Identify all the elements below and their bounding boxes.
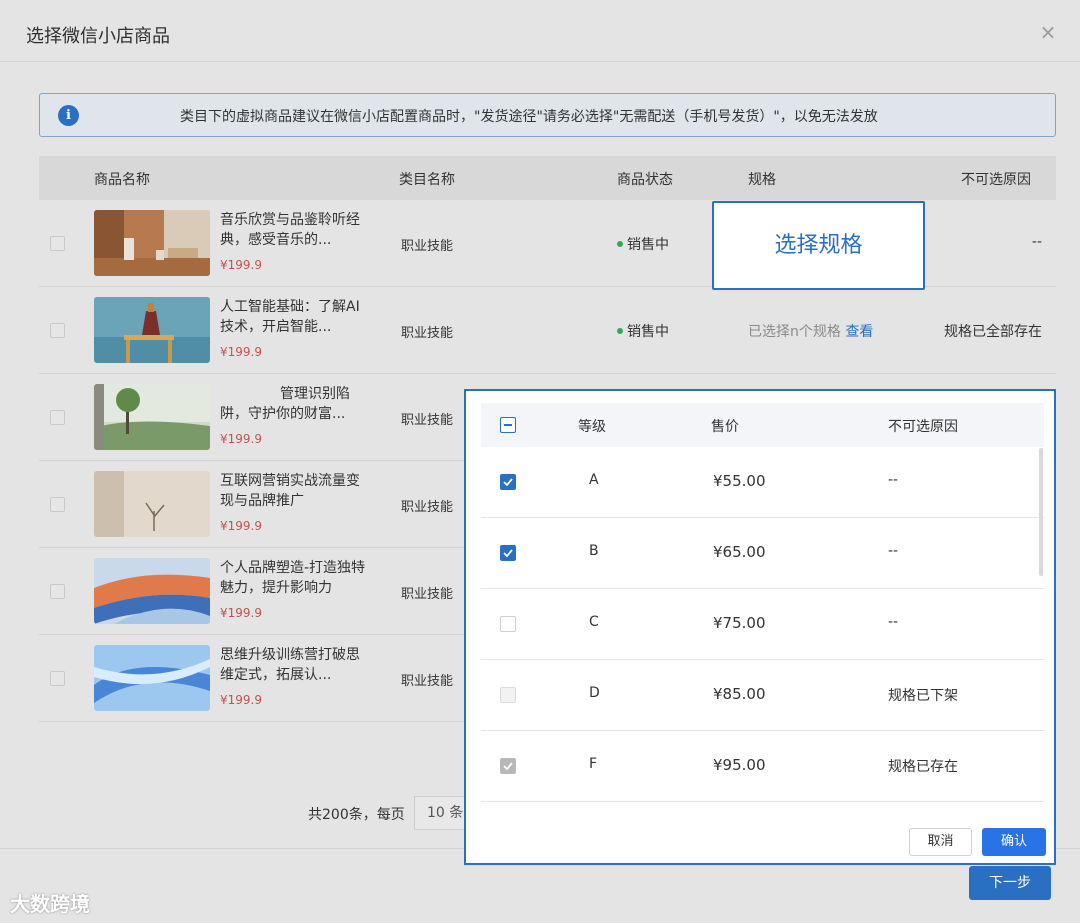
header-category: 类目名称 — [399, 172, 455, 188]
row-checkbox[interactable] — [50, 323, 65, 338]
product-price: ¥199.9 — [220, 258, 262, 272]
product-name: 个人品牌塑造-打造独特魅力，提升影响力 — [220, 560, 366, 596]
product-name: 人工智能基础：了解AI 技术，开启智能... — [220, 299, 360, 335]
spec-row[interactable]: C ¥75.00 -- — [481, 589, 1044, 660]
cancel-button[interactable]: 取消 — [909, 828, 972, 856]
header-price: 售价 — [711, 419, 739, 435]
header-reason: 不可选原因 — [961, 172, 1031, 188]
spec-row[interactable]: A ¥55.00 -- — [481, 447, 1044, 518]
header-status: 商品状态 — [617, 172, 673, 188]
view-spec-link[interactable]: 查看 — [845, 324, 873, 340]
spec-checkbox[interactable] — [500, 474, 516, 490]
notice-text: 类目下的虚拟商品建议在微信小店配置商品时，"发货途径"请务必选择"无需配送（手机… — [180, 109, 878, 125]
notice-banner: i 类目下的虚拟商品建议在微信小店配置商品时，"发货途径"请务必选择"无需配送（… — [39, 93, 1056, 137]
spec-checkbox-disabled — [500, 687, 516, 703]
product-price: ¥199.9 — [220, 606, 262, 620]
product-category: 职业技能 — [401, 326, 454, 341]
spec-price: ¥85.00 — [713, 685, 766, 703]
select-spec-button[interactable]: 选择规格 — [712, 201, 925, 290]
spec-price: ¥55.00 — [713, 472, 766, 490]
table-header: 商品名称 类目名称 商品状态 规格 不可选原因 — [39, 156, 1056, 200]
confirm-button[interactable]: 确认 — [982, 828, 1046, 856]
product-thumbnail — [94, 471, 210, 537]
row-checkbox[interactable] — [50, 671, 65, 686]
product-status: 销售中 — [617, 234, 669, 254]
product-category: 职业技能 — [401, 674, 454, 689]
header-product-name: 商品名称 — [94, 172, 150, 188]
spec-price: ¥95.00 — [713, 756, 766, 774]
info-icon: i — [58, 105, 79, 126]
spec-grade: D — [589, 685, 600, 701]
watermark: 大数跨境 — [10, 892, 90, 916]
spec-grade: A — [589, 472, 599, 488]
spec-price: ¥75.00 — [713, 614, 766, 632]
spec-reason: 规格已存在 — [888, 759, 958, 775]
product-thumbnail — [94, 645, 210, 711]
product-price: ¥199.9 — [220, 432, 262, 446]
spec-row: F ¥95.00 规格已存在 — [481, 731, 1044, 802]
product-price: ¥199.9 — [220, 693, 262, 707]
dialog-title: 选择微信小店商品 — [26, 26, 170, 47]
header-spec: 规格 — [748, 172, 776, 188]
spec-checkbox-disabled — [500, 758, 516, 774]
spec-checkbox[interactable] — [500, 616, 516, 632]
spec-grade: C — [589, 614, 599, 630]
dialog-header: 选择微信小店商品 × — [0, 0, 1080, 62]
product-name: 思维升级训练营打破思维定式，拓展认... — [220, 647, 360, 683]
spec-grade: F — [589, 756, 598, 772]
row-checkbox[interactable] — [50, 584, 65, 599]
header-reason: 不可选原因 — [888, 419, 958, 435]
spec-reason: -- — [888, 543, 899, 559]
status-dot — [617, 241, 623, 247]
pager-total: 共200条，每页 — [308, 807, 405, 823]
row-checkbox[interactable] — [50, 497, 65, 512]
spec-reason: -- — [888, 614, 899, 630]
status-dot — [617, 328, 623, 334]
product-thumbnail — [94, 558, 210, 624]
unselectable-reason: -- — [1031, 234, 1042, 250]
table-row[interactable]: 人工智能基础：了解AI 技术，开启智能... ¥199.9 职业技能 销售中 已… — [39, 287, 1056, 374]
product-category: 职业技能 — [401, 587, 454, 602]
status-label: 销售中 — [627, 237, 669, 253]
status-label: 销售中 — [627, 324, 669, 340]
spec-reason: 规格已下架 — [888, 688, 958, 704]
row-checkbox[interactable] — [50, 410, 65, 425]
product-category: 职业技能 — [401, 239, 454, 254]
spec-price: ¥65.00 — [713, 543, 766, 561]
next-step-button[interactable]: 下一步 — [969, 866, 1051, 900]
product-name: 管理识别陷阱，守护你的财富... — [220, 386, 350, 422]
spec-grade: B — [589, 543, 599, 559]
select-all-checkbox[interactable] — [500, 417, 516, 433]
unselectable-reason: 规格已全部存在 — [944, 324, 1042, 340]
row-checkbox[interactable] — [50, 236, 65, 251]
spec-row[interactable]: B ¥65.00 -- — [481, 518, 1044, 589]
selected-spec-info: 已选择n个规格 查看 — [748, 321, 873, 341]
selected-spec-count: 已选择n个规格 — [748, 324, 841, 340]
product-price: ¥199.9 — [220, 345, 262, 359]
product-thumbnail — [94, 210, 210, 276]
product-thumbnail — [94, 297, 210, 363]
close-icon[interactable]: × — [1038, 22, 1058, 42]
product-status: 销售中 — [617, 321, 669, 341]
spec-checkbox[interactable] — [500, 545, 516, 561]
product-thumbnail — [94, 384, 210, 450]
spec-row: D ¥85.00 规格已下架 — [481, 660, 1044, 731]
product-name: 音乐欣赏与品鉴聆听经典，感受音乐的... — [220, 212, 360, 248]
product-category: 职业技能 — [401, 413, 454, 428]
popup-scrollbar[interactable] — [1039, 448, 1043, 576]
product-price: ¥199.9 — [220, 519, 262, 533]
product-name: 互联网营销实战流量变现与品牌推广 — [220, 473, 360, 509]
spec-select-popup: 等级 售价 不可选原因 A ¥55.00 -- B ¥65.00 -- C ¥7… — [464, 389, 1056, 865]
spec-reason: -- — [888, 472, 899, 488]
product-category: 职业技能 — [401, 500, 454, 515]
spec-table-header: 等级 售价 不可选原因 — [481, 403, 1044, 447]
header-grade: 等级 — [578, 419, 606, 435]
